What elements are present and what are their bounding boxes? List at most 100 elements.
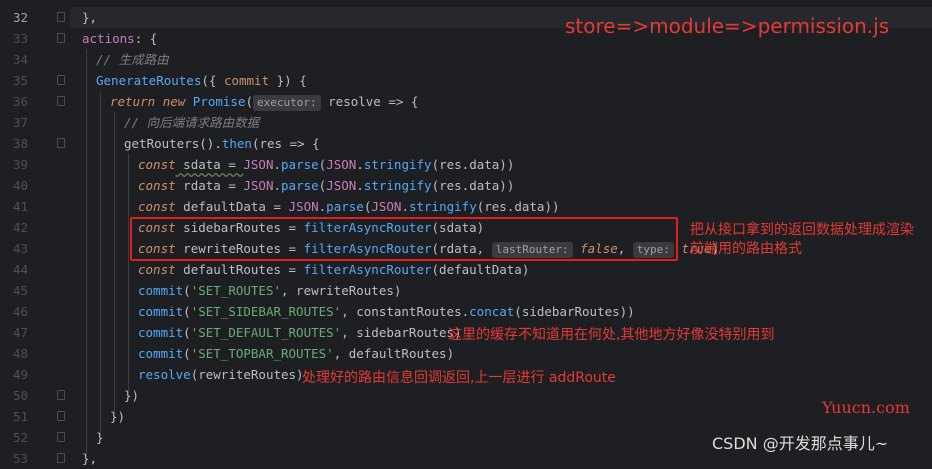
code-token: parse	[281, 178, 319, 193]
code-token: commit	[138, 304, 184, 319]
code-text: actions: {	[82, 28, 157, 49]
line-number: 35	[12, 73, 28, 88]
line-number: 47	[12, 325, 28, 340]
code-token: 'SET_TOPBAR_ROUTES'	[190, 346, 334, 361]
code-token: , constantRoutes.	[341, 304, 470, 319]
code-token: (res.data))	[431, 178, 515, 193]
code-comment: // 向后端请求路由数据	[124, 115, 260, 130]
code-line[interactable]: 38 getRouters().then(res => {	[0, 133, 932, 154]
line-number: 40	[12, 178, 28, 193]
code-token: 'SET_DEFAULT_ROUTES'	[190, 325, 342, 340]
code-text: },	[82, 10, 98, 25]
resolve-note: 处理好的路由信息回调返回,上一层进行 addRoute	[302, 370, 616, 386]
code-text: commit('SET_SIDEBAR_ROUTES', constantRou…	[138, 301, 635, 322]
code-token: JSON	[288, 199, 319, 214]
code-token: (	[183, 325, 191, 340]
fold-marker-icon[interactable]	[57, 33, 65, 43]
line-number: 50	[12, 388, 28, 403]
code-text: commit('SET_DEFAULT_ROUTES', sidebarRout…	[138, 322, 462, 343]
code-token: commit	[138, 325, 184, 340]
code-line[interactable]: 44 const defaultRoutes = filterAsyncRout…	[0, 259, 932, 280]
line-number: 33	[12, 31, 28, 46]
code-text: return new Promise(executor: resolve => …	[110, 91, 418, 112]
code-token: sdata =	[175, 157, 244, 172]
code-token: , rewriteRoutes)	[281, 283, 402, 298]
fold-marker-icon[interactable]	[57, 96, 65, 106]
code-token: (defaultData)	[431, 262, 530, 277]
code-token: ().	[199, 136, 222, 151]
code-text: })	[110, 409, 126, 424]
code-token: const	[138, 199, 176, 214]
highlight-box	[130, 217, 678, 261]
code-line[interactable]: 37 // 向后端请求路由数据	[0, 112, 932, 133]
code-line[interactable]: 48 commit('SET_TOPBAR_ROUTES', defaultRo…	[0, 343, 932, 364]
code-token: , sidebarRoutes)	[341, 325, 462, 340]
fold-marker-icon[interactable]	[57, 75, 65, 85]
box-note-line2: 前端用的路由格式	[690, 241, 802, 257]
code-line[interactable]: 41 const defaultData = JSON.parse(JSON.s…	[0, 196, 932, 217]
code-token: 'SET_SIDEBAR_ROUTES'	[190, 304, 342, 319]
code-token: (res.data))	[476, 199, 560, 214]
code-text: GenerateRoutes({ commit }) {	[96, 70, 307, 91]
fold-marker-icon[interactable]	[57, 138, 65, 148]
code-line[interactable]: 50 })	[0, 385, 932, 406]
code-token: parse	[281, 157, 319, 172]
line-number: 37	[12, 115, 28, 130]
code-text: const defaultData = JSON.parse(JSON.stri…	[138, 196, 560, 217]
code-token: (res.data))	[431, 157, 515, 172]
code-token: GenerateRoutes	[96, 73, 202, 88]
code-token: stringify	[408, 199, 477, 214]
code-text: })	[124, 388, 140, 403]
fold-marker-icon[interactable]	[57, 453, 65, 463]
code-token: .	[401, 199, 409, 214]
line-number: 32	[12, 10, 28, 25]
fold-marker-icon[interactable]	[57, 12, 65, 22]
line-number: 39	[12, 157, 28, 172]
line-number: 42	[12, 220, 28, 235]
code-text: const defaultRoutes = filterAsyncRouter(…	[138, 259, 529, 280]
code-text: const sdata = JSON.parse(JSON.stringify(…	[138, 154, 514, 175]
csdn-watermark: CSDN @开发那点事儿~	[712, 434, 889, 453]
fold-marker-icon[interactable]	[57, 432, 65, 442]
code-token: .	[273, 178, 282, 193]
line-number: 52	[12, 430, 28, 445]
code-line[interactable]: 40 const rdata = JSON.parse(JSON.stringi…	[0, 175, 932, 196]
code-text: commit('SET_ROUTES', rewriteRoutes)	[138, 280, 401, 301]
code-token: commit	[138, 283, 184, 298]
code-token: stringify	[363, 178, 432, 193]
code-token: actions	[82, 31, 135, 46]
code-line[interactable]: 36 return new Promise(executor: resolve …	[0, 91, 932, 112]
code-token: ({	[201, 73, 224, 88]
code-token: rdata =	[175, 178, 244, 193]
line-number: 43	[12, 241, 28, 256]
editor-screenshot: { "line_numbers": ["32","33","34","35","…	[0, 0, 932, 466]
code-token: const	[138, 157, 176, 172]
code-token: JSON	[371, 199, 402, 214]
code-token: (	[183, 283, 191, 298]
line-number: 38	[12, 136, 28, 151]
code-token: .	[356, 157, 364, 172]
line-number: 45	[12, 283, 28, 298]
code-token: (	[183, 304, 191, 319]
code-token: defaultData =	[175, 199, 289, 214]
code-token: (	[245, 94, 254, 109]
code-line[interactable]: 39 const sdata = JSON.parse(JSON.stringi…	[0, 154, 932, 175]
fold-marker-icon[interactable]	[57, 411, 65, 421]
file-path-annotation: store=>module=>permission.js	[565, 14, 890, 38]
yuucn-watermark: Yuucn.com	[822, 398, 910, 417]
code-token: commit	[138, 346, 184, 361]
line-number: 48	[12, 346, 28, 361]
code-text: getRouters().then(res => {	[124, 133, 320, 154]
code-token: .	[273, 157, 282, 172]
code-token: then	[221, 136, 252, 151]
code-line[interactable]: 51 })	[0, 406, 932, 427]
fold-marker-icon[interactable]	[57, 390, 65, 400]
code-text: }	[96, 430, 104, 445]
cache-note: 这里的缓存不知道用在何处,其他地方好像没特别用到	[448, 327, 775, 343]
code-line[interactable]: 34 // 生成路由	[0, 49, 932, 70]
code-token: (res => {	[251, 136, 320, 151]
code-token: return	[110, 94, 156, 109]
code-line[interactable]: 35 GenerateRoutes({ commit }) {	[0, 70, 932, 91]
code-line[interactable]: 45 commit('SET_ROUTES', rewriteRoutes)	[0, 280, 932, 301]
code-line[interactable]: 46 commit('SET_SIDEBAR_ROUTES', constant…	[0, 301, 932, 322]
